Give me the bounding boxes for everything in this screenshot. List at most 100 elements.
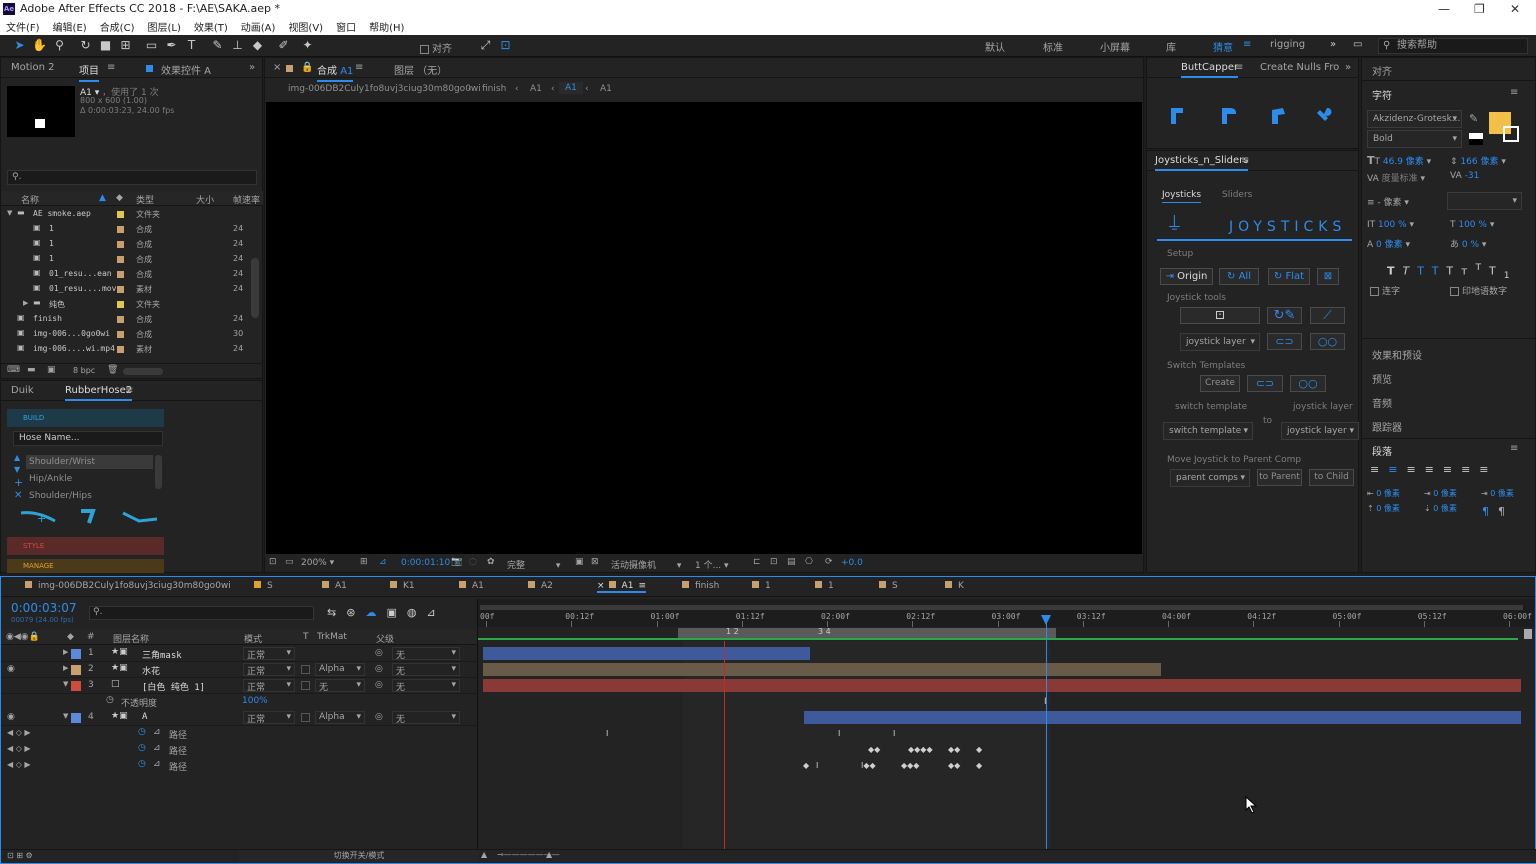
hose-type-item[interactable]: Shoulder/Hips: [26, 489, 153, 503]
puppet-pin-tool-icon[interactable]: ✦: [300, 38, 315, 53]
close-icon[interactable]: ✕: [1510, 2, 1520, 16]
close-tab-icon[interactable]: ×: [273, 62, 281, 73]
parent-pickwhip-icon[interactable]: ◎: [375, 648, 383, 658]
timeline-icon[interactable]: ▤: [787, 557, 796, 567]
stroke-width-field[interactable]: ≡ - 像素 ▾: [1367, 195, 1409, 208]
layer-name[interactable]: A: [142, 712, 147, 722]
round-cap-icon[interactable]: [1222, 108, 1236, 124]
blend-mode-dropdown[interactable]: 正常 ▾: [243, 663, 295, 677]
layer-name[interactable]: 水花: [142, 664, 160, 677]
project-item[interactable]: ▣ 01_resu...ean 合成 24: [1, 267, 251, 282]
hand-tool-icon[interactable]: ✋: [32, 38, 47, 53]
layer-name[interactable]: 三角mask: [142, 648, 182, 661]
label-column-icon[interactable]: ◆: [116, 193, 123, 203]
butt-cap-icon[interactable]: [1171, 108, 1183, 124]
tab-joysticks[interactable]: Joysticks: [1162, 190, 1202, 203]
path-property-row[interactable]: ◀ ◇ ▶ ◷ ⊿ 路径: [1, 726, 477, 742]
label-color-swatch[interactable]: [117, 346, 124, 353]
parent-dropdown[interactable]: 无 ▾: [392, 663, 460, 677]
project-item[interactable]: ▣ img-006....wi.mp4 素材 24: [1, 342, 251, 357]
breadcrumb-item[interactable]: A1: [600, 84, 612, 94]
tracker-panel[interactable]: 跟踪器: [1372, 419, 1402, 434]
template-link-icon[interactable]: ⊂⊃: [1247, 375, 1283, 392]
maximize-icon[interactable]: ❐: [1474, 2, 1485, 16]
visibility-eye-icon[interactable]: ◉: [7, 712, 15, 722]
project-item[interactable]: ▶ ▬ 纯色 文件夹: [1, 297, 251, 312]
font-size-field[interactable]: TT 46.9 像素 ▾: [1367, 154, 1431, 167]
opacity-value[interactable]: 100%: [242, 696, 268, 706]
delete-icon[interactable]: 🗑: [107, 365, 118, 375]
snap-toggle[interactable]: 对齐: [420, 40, 452, 55]
timeline-zoom-handle[interactable]: [1524, 629, 1532, 639]
current-time-display[interactable]: 0:00:01:10: [401, 558, 450, 568]
comp-tab-menu-icon[interactable]: ≡: [355, 62, 363, 73]
reset-all-button[interactable]: ↻ All: [1219, 268, 1259, 285]
tab-sliders[interactable]: Sliders: [1222, 190, 1252, 200]
layer-label-color[interactable]: [71, 681, 81, 691]
alignment-buttons[interactable]: ≡≡≡≡≡≡≡: [1370, 463, 1498, 476]
label-color-swatch[interactable]: [117, 286, 124, 293]
workspace-menu-icon[interactable]: ≡: [1243, 39, 1251, 50]
projecting-cap-icon[interactable]: [1272, 108, 1285, 124]
playhead-handle-icon[interactable]: [1041, 615, 1051, 625]
switch-template-dropdown[interactable]: switch template: [1163, 422, 1253, 440]
breadcrumb-item[interactable]: A1: [530, 84, 542, 94]
expand-layer-arrow-icon[interactable]: ▶: [63, 648, 68, 656]
views-layout-dropdown[interactable]: 1 个... ▾: [695, 558, 745, 571]
hindi-digits-checkbox[interactable]: [1450, 287, 1459, 296]
label-color-swatch[interactable]: [117, 271, 124, 278]
manage-section-header[interactable]: MANAGE: [7, 559, 164, 573]
keyframe-navigator-icon[interactable]: ◀ ◇ ▶: [7, 728, 31, 737]
zoom-tool-icon[interactable]: ⚲: [52, 38, 67, 53]
interpret-footage-icon[interactable]: ⌨: [7, 365, 20, 375]
joystick-layer-dropdown[interactable]: joystick layer: [1180, 333, 1260, 351]
keyframe-marker[interactable]: ◆◆: [948, 761, 960, 770]
tab-joysticks-n-sliders[interactable]: Joysticks_n_Sliders: [1155, 155, 1249, 171]
baseline-shift-field[interactable]: A 0 像素 ▾: [1367, 237, 1410, 250]
origin-button[interactable]: ⇥ Origin: [1160, 268, 1213, 285]
ltr-direction-icon[interactable]: ¶: [1482, 505, 1489, 518]
blend-mode-dropdown[interactable]: 正常 ▾: [243, 711, 295, 725]
style-section-header[interactable]: STYLE: [7, 537, 164, 555]
col-layer-number[interactable]: #: [87, 632, 95, 642]
text-style-buttons[interactable]: TTTTTтTT1: [1387, 262, 1518, 281]
keyframe-marker[interactable]: I: [838, 729, 840, 738]
shy-layers-icon[interactable]: ☁: [365, 606, 386, 619]
toggle-switches-modes[interactable]: 切换开关/模式: [239, 850, 479, 862]
unlink-icon[interactable]: ○○: [1310, 333, 1345, 350]
comp-marker[interactable]: 1 2: [726, 627, 739, 636]
zoom-dropdown[interactable]: 200% ▾: [301, 556, 357, 570]
eraser-tool-icon[interactable]: ◆: [250, 38, 265, 53]
workspace-custom[interactable]: 猜意: [1213, 39, 1233, 54]
help-search-input[interactable]: ⚲ 搜索帮助: [1378, 38, 1528, 54]
draft-3d-icon[interactable]: ⊛: [346, 606, 365, 619]
reset-exposure-icon[interactable]: ⟳: [825, 557, 833, 567]
sort-ascending-icon[interactable]: ▲: [99, 193, 106, 203]
indent-first-field[interactable]: ⇥ 0 像素: [1481, 488, 1514, 499]
stopwatch-icon[interactable]: ◷: [138, 743, 146, 753]
grid-icon[interactable]: ⊞: [360, 557, 368, 567]
tab-buttcapper[interactable]: ButtCapper: [1181, 62, 1239, 78]
buttcapper-overflow-icon[interactable]: »: [1345, 62, 1351, 73]
layer-duration-bar[interactable]: [483, 647, 810, 660]
parent-dropdown[interactable]: 无 ▾: [392, 679, 460, 693]
timeline-tab[interactable]: A1: [322, 581, 347, 591]
timeline-tab[interactable]: K: [945, 581, 964, 591]
col-layer-name[interactable]: 图层名称: [113, 632, 149, 645]
layer-duration-bar[interactable]: [483, 663, 1161, 676]
timeline-tab[interactable]: 1: [815, 581, 834, 591]
project-item[interactable]: ▣ 01_resu....mov 素材 24: [1, 282, 251, 297]
keyframe-marker[interactable]: I: [606, 729, 608, 738]
joysticks-menu-icon[interactable]: ≡: [1241, 155, 1249, 166]
indent-right-field[interactable]: ⇥ 0 像素: [1424, 488, 1457, 499]
link-icon[interactable]: ⊂⊃: [1267, 333, 1302, 350]
tab-effect-controls[interactable]: 效果控件 A: [161, 62, 211, 77]
snap-checkbox[interactable]: [420, 44, 429, 54]
timeline-tab[interactable]: S: [254, 581, 273, 591]
new-hose-arm-icon[interactable]: [122, 511, 157, 523]
work-area-scrollbar[interactable]: [480, 605, 1523, 610]
label-color-swatch[interactable]: [117, 301, 124, 308]
col-track-matte[interactable]: TrkMat: [317, 632, 347, 642]
crossed-box-icon[interactable]: ⊠: [1317, 268, 1339, 285]
type-tool-icon[interactable]: T: [184, 38, 199, 53]
